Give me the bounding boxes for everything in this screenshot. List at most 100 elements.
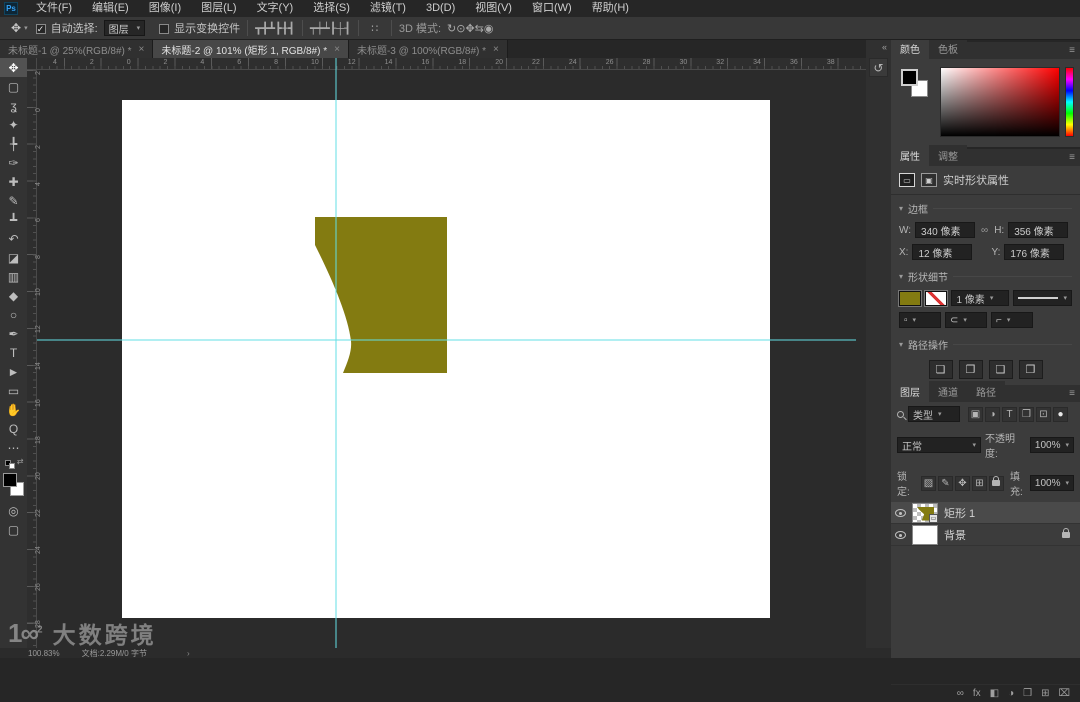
quick-selection-tool[interactable]: ✦ bbox=[0, 115, 27, 134]
foreground-color-swatch[interactable] bbox=[901, 69, 918, 86]
menu-filter[interactable]: 滤镜(T) bbox=[360, 0, 416, 17]
doc-tab-1[interactable]: 未标题-1 @ 25%(RGB/8#) * × bbox=[0, 40, 154, 58]
menu-layer[interactable]: 图层(L) bbox=[191, 0, 246, 17]
layers-empty-area[interactable] bbox=[891, 546, 1080, 684]
x-field[interactable]: 12 像素 bbox=[912, 244, 973, 260]
3d-drag-icon[interactable]: ✥ bbox=[465, 23, 474, 35]
shape-stroke-swatch[interactable] bbox=[925, 290, 948, 306]
delete-layer-icon[interactable]: ⌧ bbox=[1058, 688, 1070, 699]
new-layer-icon[interactable]: ⊞ bbox=[1041, 688, 1049, 699]
close-icon[interactable]: × bbox=[334, 44, 340, 55]
path-selection-tool[interactable]: ► bbox=[0, 362, 27, 381]
panel-menu-icon[interactable]: ≡ bbox=[1069, 152, 1075, 163]
lock-position-icon[interactable]: ✥ bbox=[954, 475, 970, 491]
tab-layers[interactable]: 图层 bbox=[891, 381, 929, 402]
eraser-tool[interactable]: ◪ bbox=[0, 248, 27, 267]
subtract-front-shape-icon[interactable]: ❐ bbox=[958, 360, 983, 379]
tab-adjustments[interactable]: 调整 bbox=[929, 145, 967, 166]
layer-thumbnail[interactable] bbox=[912, 524, 938, 545]
collapse-panels-icon[interactable]: « bbox=[882, 42, 891, 52]
distribute-right-edges-icon[interactable]: ┨ bbox=[344, 23, 351, 35]
move-tool[interactable]: ✥ bbox=[0, 58, 27, 77]
panel-menu-icon[interactable]: ≡ bbox=[1069, 45, 1075, 56]
tab-channels[interactable]: 通道 bbox=[929, 381, 967, 402]
visibility-eye-icon[interactable] bbox=[895, 530, 906, 539]
section-shape-details[interactable]: ▾ 形状细节 bbox=[891, 263, 1080, 287]
add-layer-mask-icon[interactable]: ◧ bbox=[990, 688, 999, 699]
visibility-eye-icon[interactable] bbox=[895, 508, 906, 517]
tab-properties[interactable]: 属性 bbox=[891, 145, 929, 166]
menu-select[interactable]: 选择(S) bbox=[303, 0, 360, 17]
layer-thumbnail[interactable]: ▭ bbox=[912, 502, 938, 523]
spot-healing-brush-tool[interactable]: ✚ bbox=[0, 172, 27, 191]
mask-properties-icon[interactable]: ▣ bbox=[921, 173, 937, 187]
auto-align-icon[interactable]: ∷ bbox=[366, 22, 384, 35]
close-icon[interactable]: × bbox=[493, 44, 499, 55]
color-panel-fg-bg[interactable] bbox=[901, 69, 931, 103]
align-right-edges-icon[interactable]: ┫ bbox=[288, 23, 295, 35]
filter-smart-objects-icon[interactable]: ⊡ bbox=[1036, 406, 1051, 422]
panel-menu-icon[interactable]: ≡ bbox=[1069, 388, 1075, 399]
tab-swatches[interactable]: 色板 bbox=[929, 38, 967, 59]
menu-window[interactable]: 窗口(W) bbox=[522, 0, 582, 17]
stroke-align-select[interactable]: ▫ ▾ bbox=[899, 312, 941, 328]
distribute-bottom-edges-icon[interactable]: ┷ bbox=[323, 23, 330, 35]
foreground-background-colors[interactable] bbox=[2, 473, 25, 497]
opacity-field[interactable]: 100% ▾ bbox=[1029, 437, 1074, 453]
intersect-shapes-icon[interactable]: ❑ bbox=[988, 360, 1013, 379]
default-swap-colors-widget[interactable]: ⇄ bbox=[3, 457, 25, 469]
edit-toolbar[interactable]: ⋯ bbox=[0, 438, 27, 457]
eyedropper-tool[interactable]: ✑ bbox=[0, 153, 27, 172]
menu-type[interactable]: 文字(Y) bbox=[247, 0, 304, 17]
gradient-tool[interactable]: ▥ bbox=[0, 267, 27, 286]
new-group-icon[interactable]: ❒ bbox=[1023, 688, 1032, 699]
combine-shapes-icon[interactable]: ❏ bbox=[928, 360, 953, 379]
menu-image[interactable]: 图像(I) bbox=[139, 0, 191, 17]
layer-filter-select[interactable]: 类型 ▾ bbox=[908, 406, 960, 422]
clone-stamp-tool[interactable]: ┻ bbox=[0, 210, 27, 229]
width-field[interactable]: 340 像素 bbox=[915, 222, 976, 238]
close-icon[interactable]: × bbox=[139, 44, 145, 55]
tab-paths[interactable]: 路径 bbox=[967, 381, 1005, 402]
stroke-type-select[interactable]: ▾ bbox=[1013, 290, 1072, 306]
fill-field[interactable]: 100% ▾ bbox=[1029, 475, 1074, 491]
tab-color[interactable]: 颜色 bbox=[891, 38, 929, 59]
y-field[interactable]: 176 像素 bbox=[1004, 244, 1065, 260]
hand-tool[interactable]: ✋ bbox=[0, 400, 27, 419]
distribute-top-edges-icon[interactable]: ┯ bbox=[310, 23, 317, 35]
lock-all-icon[interactable] bbox=[988, 475, 1004, 491]
shape-fill-swatch[interactable] bbox=[899, 290, 922, 306]
menu-edit[interactable]: 编辑(E) bbox=[82, 0, 139, 17]
pen-tool[interactable]: ✒ bbox=[0, 324, 27, 343]
menu-3d[interactable]: 3D(D) bbox=[416, 0, 465, 17]
filter-adjustment-layers-icon[interactable]: ◑ bbox=[985, 406, 1000, 422]
auto-select-target-select[interactable]: 图层 ▾ bbox=[103, 20, 146, 36]
lock-artboard-icon[interactable]: ⊞ bbox=[971, 475, 987, 491]
layer-name[interactable]: 背景 bbox=[944, 527, 966, 543]
3d-slide-icon[interactable]: ⇆ bbox=[475, 23, 484, 35]
blend-mode-select[interactable]: 正常 ▾ bbox=[897, 437, 981, 453]
quick-mask-button[interactable]: ◎ bbox=[0, 501, 27, 520]
history-brush-tool[interactable]: ↶ bbox=[0, 229, 27, 248]
menu-view[interactable]: 视图(V) bbox=[465, 0, 522, 17]
layer-effects-icon[interactable]: fx bbox=[973, 688, 981, 699]
tool-preset-caret-icon[interactable]: ▾ bbox=[24, 24, 28, 32]
auto-select-checkbox[interactable]: ✓ bbox=[35, 24, 46, 34]
layer-name[interactable]: 矩形 1 bbox=[944, 505, 975, 521]
document-canvas[interactable] bbox=[122, 100, 770, 618]
saturation-brightness-field[interactable] bbox=[940, 67, 1060, 137]
zoom-tool[interactable]: Q bbox=[0, 419, 27, 438]
canvas-area[interactable]: 4 2 0 2 4 6 8 10 12 14 16 18 20 22 24 26 28 30 32 34 36 38 20… bbox=[27, 58, 866, 648]
filter-shape-layers-icon[interactable]: ❒ bbox=[1019, 406, 1034, 422]
rectangle-tool[interactable]: ▭ bbox=[0, 381, 27, 400]
lock-pixels-icon[interactable]: ✎ bbox=[937, 475, 953, 491]
stroke-width-field[interactable]: 1 像素 ▾ bbox=[951, 290, 1010, 306]
filter-pixel-layers-icon[interactable]: ▣ bbox=[968, 406, 983, 422]
section-path-operations[interactable]: ▾ 路径操作 bbox=[891, 331, 1080, 355]
left-ruler[interactable]: 2 0 2 4 6 8 10 12 14 16 18 20 22 24 26 28 bbox=[27, 70, 42, 648]
screen-mode-button[interactable]: ▢ bbox=[0, 520, 27, 539]
lasso-tool[interactable]: ʓ bbox=[0, 96, 27, 115]
align-left-edges-icon[interactable]: ┣ bbox=[275, 23, 282, 35]
brush-tool[interactable]: ✎ bbox=[0, 191, 27, 210]
status-options-chevron-icon[interactable]: › bbox=[187, 649, 190, 658]
